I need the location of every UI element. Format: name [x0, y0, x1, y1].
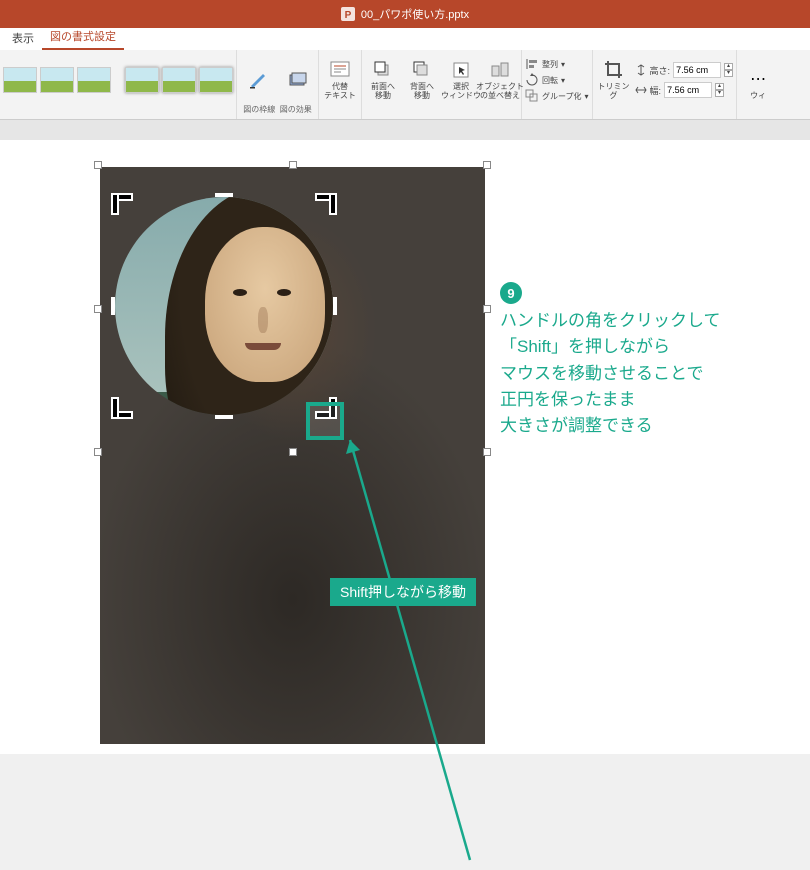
crop-handle-r[interactable] — [333, 297, 337, 315]
ribbon-group-arrange: 前面へ 移動 背面へ 移動 選択 ウィンドウ オブジェクト の並べ替え — [362, 50, 522, 119]
crop-handle-bl[interactable] — [111, 401, 129, 419]
style-thumb-3[interactable] — [77, 67, 111, 93]
slide[interactable]: 9 ハンドルの角をクリックして 「Shift」を押しながら マウスを移動させるこ… — [0, 140, 810, 754]
height-input[interactable] — [673, 62, 721, 78]
overflow-button[interactable]: ⋯ウィ — [740, 68, 776, 101]
align-button[interactable]: 整列 ▾ — [525, 57, 565, 71]
rotate-button[interactable]: 回転 ▾ — [525, 73, 565, 87]
tab-bar: 表示 図の書式設定 — [0, 28, 810, 50]
tab-view[interactable]: 表示 — [4, 26, 42, 50]
arrange-button[interactable]: オブジェクト の並べ替え — [482, 59, 518, 101]
height-field: 高さ: ▴▾ — [635, 62, 734, 78]
style-thumb-2[interactable] — [40, 67, 74, 93]
rotate-icon — [525, 73, 539, 87]
crop-handle-l[interactable] — [111, 297, 115, 315]
crop-handle-t[interactable] — [215, 193, 233, 197]
send-backward-button[interactable]: 背面へ 移動 — [404, 59, 440, 101]
step-instruction-text: ハンドルの角をクリックして 「Shift」を押しながら マウスを移動させることで… — [500, 308, 721, 440]
group-icon — [525, 89, 539, 103]
bring-forward-button[interactable]: 前面へ 移動 — [365, 59, 401, 101]
alt-text-icon — [329, 59, 351, 81]
align-icon — [525, 57, 539, 71]
crop-handle-tl[interactable] — [111, 193, 129, 211]
svg-text:P: P — [345, 10, 352, 21]
width-spinner[interactable]: ▴▾ — [715, 83, 724, 97]
ribbon-group-overflow: ⋯ウィ — [737, 50, 779, 119]
powerpoint-icon: P — [341, 7, 355, 21]
width-icon — [635, 84, 647, 96]
style-thumb-4[interactable] — [125, 67, 159, 93]
crop-icon — [603, 59, 625, 81]
ribbon-group-align: 整列 ▾ 回転 ▾ グループ化 ▾ — [522, 50, 593, 119]
send-backward-icon — [412, 60, 432, 80]
tab-picture-format[interactable]: 図の書式設定 — [42, 24, 124, 50]
ribbon-group-border-effects: 図の枠線 図の効果 — [237, 50, 319, 119]
width-input[interactable] — [664, 82, 712, 98]
alt-text-button[interactable]: 代替 テキスト — [322, 59, 358, 101]
selection-pane-button[interactable]: 選択 ウィンドウ — [443, 59, 479, 101]
crop-selection — [115, 197, 333, 415]
picture-border-button[interactable] — [240, 68, 276, 90]
arrange-icon — [490, 60, 510, 80]
ribbon: 図の枠線 図の効果 代替 テキスト 前面へ 移動 背面へ 移動 選択 ウィンドウ — [0, 50, 810, 120]
crop-handle-b[interactable] — [215, 415, 233, 419]
effects-icon — [287, 69, 307, 89]
style-thumb-6[interactable] — [199, 67, 233, 93]
window-title: 00_パワポ使い方.pptx — [361, 6, 469, 22]
annotation-highlight-box — [306, 402, 344, 440]
width-field: 幅: ▴▾ — [635, 82, 734, 98]
crop-button[interactable]: トリミング — [596, 59, 632, 101]
group-button[interactable]: グループ化 ▾ — [525, 89, 589, 103]
style-thumb-5[interactable] — [162, 67, 196, 93]
ribbon-group-size: トリミング 高さ: ▴▾ 幅: ▴▾ — [593, 50, 738, 119]
pencil-icon — [248, 69, 268, 89]
slide-canvas[interactable]: 9 ハンドルの角をクリックして 「Shift」を押しながら マウスを移動させるこ… — [0, 120, 810, 754]
style-thumb-1[interactable] — [3, 67, 37, 93]
height-spinner[interactable]: ▴▾ — [724, 63, 733, 77]
hint-label: Shift押しながら移動 — [330, 578, 476, 606]
step-number-badge: 9 — [500, 282, 522, 304]
ribbon-group-alt-text: 代替 テキスト — [319, 50, 362, 119]
height-icon — [635, 64, 647, 76]
crop-handle-tr[interactable] — [319, 193, 337, 211]
selection-pane-icon — [451, 60, 471, 80]
picture-effects-button[interactable] — [279, 68, 315, 90]
ribbon-group-picture-styles — [0, 50, 237, 119]
bring-forward-icon — [373, 60, 393, 80]
